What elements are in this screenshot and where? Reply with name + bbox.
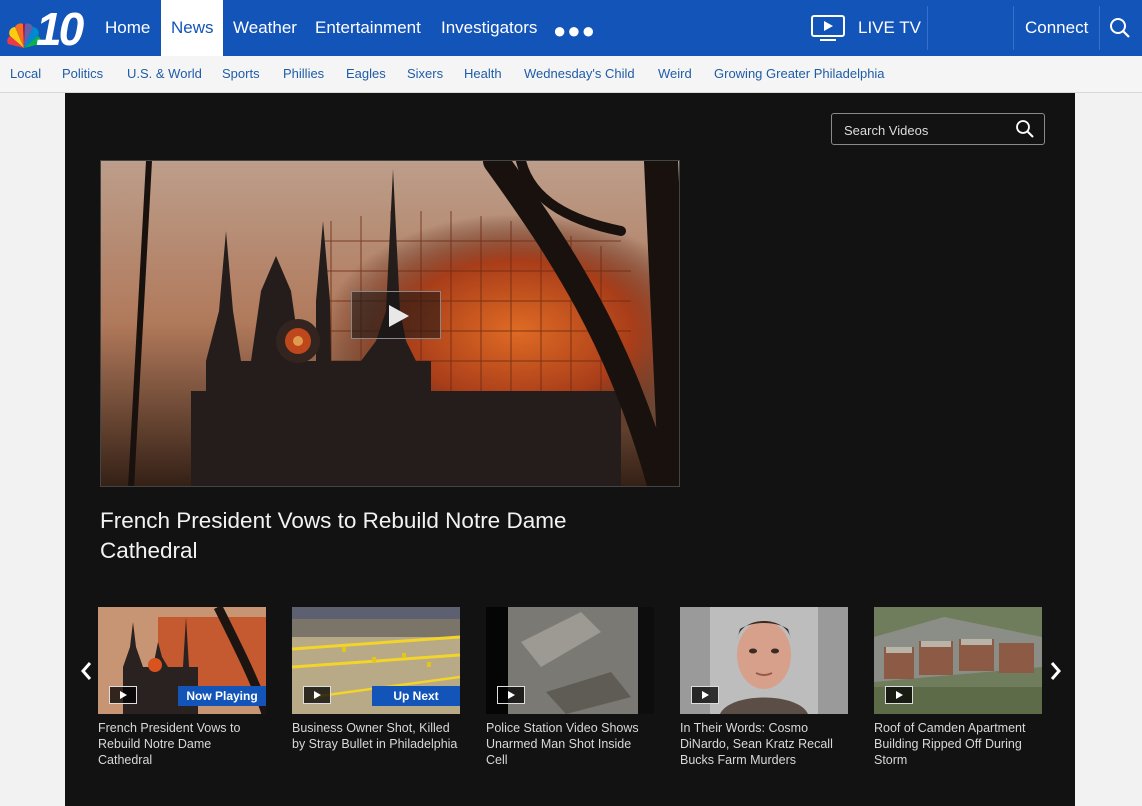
playlist-caption: French President Vows to Rebuild Notre D… <box>98 721 241 767</box>
nav-home[interactable]: Home <box>95 0 160 56</box>
search-icon[interactable] <box>1015 119 1035 139</box>
thumbnail-image <box>680 607 848 714</box>
subnav-politics[interactable]: Politics <box>62 56 103 93</box>
up-next-badge: Up Next <box>372 686 460 706</box>
subnav-us-world[interactable]: U.S. & World <box>127 56 202 93</box>
video-title: French President Vows to Rebuild Notre D… <box>100 508 567 563</box>
play-icon <box>508 691 515 699</box>
subnav-weird[interactable]: Weird <box>658 56 692 93</box>
video-player[interactable] <box>100 160 680 487</box>
connect-link[interactable]: Connect <box>1025 0 1088 56</box>
playlist-caption: Business Owner Shot, Killed by Stray Bul… <box>292 721 458 751</box>
carousel-next-arrow-icon[interactable] <box>1045 659 1065 683</box>
video-hub: French President Vows to Rebuild Notre D… <box>65 93 1075 806</box>
thumbnail-image <box>486 607 654 714</box>
nav-weather[interactable]: Weather <box>223 0 307 56</box>
subnav-eagles[interactable]: Eagles <box>346 56 386 93</box>
nav-news[interactable]: News <box>161 0 223 56</box>
thumbnail-play-button[interactable] <box>885 686 913 704</box>
play-icon <box>702 691 709 699</box>
play-button[interactable] <box>351 291 441 339</box>
thumbnail-play-button[interactable] <box>303 686 331 704</box>
play-icon <box>896 691 903 699</box>
playlist-caption: Police Station Video Shows Unarmed Man S… <box>486 721 639 767</box>
playlist-card[interactable]: Now Playing French President Vows to Reb… <box>98 607 266 768</box>
live-tv-label: LIVE TV <box>858 18 921 37</box>
playlist-card[interactable]: Police Station Video Shows Unarmed Man S… <box>486 607 654 768</box>
nav-divider <box>1099 6 1100 50</box>
playlist-card[interactable]: Up Next Business Owner Shot, Killed by S… <box>292 607 460 752</box>
subnav-sports[interactable]: Sports <box>222 56 260 93</box>
playlist-card[interactable]: Roof of Camden Apartment Building Ripped… <box>874 607 1042 768</box>
play-icon <box>120 691 127 699</box>
video-search-input[interactable] <box>844 120 1014 140</box>
nbc10-logo[interactable]: 10 <box>6 3 84 55</box>
more-menu-icon[interactable]: ●●● <box>553 18 596 44</box>
nav-investigators[interactable]: Investigators <box>431 0 547 56</box>
tv-play-icon <box>811 15 845 41</box>
live-tv-button[interactable]: LIVE TV <box>810 0 921 56</box>
subnav-wednesdays-child[interactable]: Wednesday's Child <box>524 56 635 93</box>
carousel-prev-arrow-icon[interactable] <box>77 659 97 683</box>
video-search-box <box>831 113 1045 145</box>
logo-number: 10 <box>36 3 84 55</box>
thumbnail-play-button[interactable] <box>497 686 525 704</box>
top-navigation: 10 Home News Weather Entertainment Inves… <box>0 0 1142 56</box>
subnav-health[interactable]: Health <box>464 56 502 93</box>
playlist-caption: Roof of Camden Apartment Building Ripped… <box>874 721 1026 767</box>
now-playing-badge: Now Playing <box>178 686 266 706</box>
nav-entertainment[interactable]: Entertainment <box>305 0 431 56</box>
playlist-caption: In Their Words: Cosmo DiNardo, Sean Krat… <box>680 721 833 767</box>
playlist-card[interactable]: In Their Words: Cosmo DiNardo, Sean Krat… <box>680 607 848 768</box>
subnav-sixers[interactable]: Sixers <box>407 56 443 93</box>
nav-divider <box>927 6 928 50</box>
thumbnail-play-button[interactable] <box>691 686 719 704</box>
search-icon[interactable] <box>1108 16 1132 40</box>
subnav-phillies[interactable]: Phillies <box>283 56 324 93</box>
subnav-growing-greater-philadelphia[interactable]: Growing Greater Philadelphia <box>714 56 885 93</box>
nav-divider <box>1013 6 1014 50</box>
thumbnail-play-button[interactable] <box>109 686 137 704</box>
thumbnail-image: Up Next <box>292 607 460 714</box>
sub-navigation: Local Politics U.S. & World Sports Phill… <box>0 56 1142 93</box>
play-icon <box>389 305 409 327</box>
thumbnail-image <box>874 607 1042 714</box>
subnav-local[interactable]: Local <box>10 56 41 93</box>
thumbnail-image: Now Playing <box>98 607 266 714</box>
play-icon <box>314 691 321 699</box>
